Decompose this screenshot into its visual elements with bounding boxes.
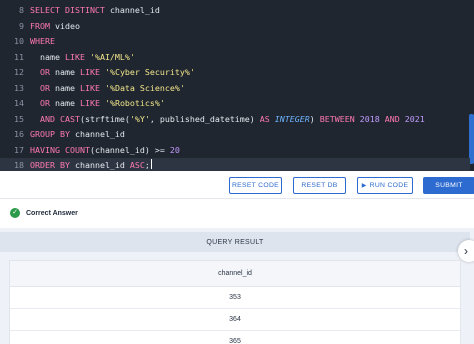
code-line[interactable]: 11 name LIKE '%AI/ML%': [0, 50, 470, 66]
code-line[interactable]: 13 OR name LIKE '%Data Science%': [0, 81, 470, 97]
code-token: LIKE: [79, 67, 105, 77]
table-row: 365: [10, 331, 460, 344]
code-token: video: [54, 20, 80, 31]
code-line[interactable]: 16 GROUP BY channel_id: [0, 127, 470, 143]
code-editor[interactable]: 8 SELECT DISTINCT channel_id 9 FROM video 10…: [0, 0, 474, 171]
line-number: 10: [14, 36, 24, 46]
code-line[interactable]: 14 OR name LIKE '%Robotics%': [0, 96, 470, 112]
line-number: 8: [19, 5, 24, 15]
table-row: 353: [10, 287, 460, 309]
submit-button[interactable]: SUBMIT: [423, 177, 474, 194]
code-token: LIKE: [79, 82, 105, 93]
code-token: '%Cyber Security%': [104, 67, 195, 77]
line-number: 13: [14, 82, 24, 93]
code-line[interactable]: 8 SELECT DISTINCT channel_id: [0, 3, 470, 19]
answer-status: ✓ Correct Answer: [0, 200, 474, 226]
code-token: ASC: [129, 160, 145, 170]
line-number: 18: [14, 160, 24, 170]
code-token: name: [54, 82, 80, 93]
code-line[interactable]: 9 FROM video: [0, 19, 470, 35]
code-token: AS: [259, 113, 275, 124]
code-token: name: [30, 51, 65, 62]
code-token: BETWEEN: [319, 113, 360, 124]
code-line[interactable]: 18 ORDER BY channel_id ASC;: [0, 158, 470, 171]
line-number: 16: [14, 129, 24, 139]
code-token: ;: [144, 160, 150, 170]
line-number: 9: [19, 20, 24, 31]
reset-code-button[interactable]: RESET CODE: [229, 177, 282, 194]
line-number: 11: [14, 51, 24, 62]
code-token: (channel_id) >=: [89, 144, 170, 155]
line-number: 14: [14, 98, 24, 108]
editor-toolbar: RESET CODE RESET DB ▶ RUN CODE SUBMIT: [0, 171, 474, 199]
table-row: 364: [10, 309, 460, 331]
code-token: , published_datetime): [149, 113, 260, 124]
code-token: AND CAST: [30, 113, 80, 124]
code-token: '%Robotics%': [104, 98, 165, 108]
code-token: HAVING COUNT: [30, 144, 90, 155]
code-line[interactable]: 15 AND CAST(strftime('%Y', published_dat…: [0, 112, 470, 128]
query-result-panel: QUERY RESULT › channel_id 353 364 365: [0, 228, 474, 344]
code-token: SELECT DISTINCT: [30, 5, 110, 15]
code-token: WHERE: [30, 36, 55, 46]
line-number: 12: [14, 67, 24, 77]
code-token: channel_id: [74, 129, 125, 139]
run-code-label: RUN CODE: [369, 182, 409, 189]
column-header-channel-id: channel_id: [10, 261, 460, 287]
line-number: 17: [14, 144, 24, 155]
code-token: FROM: [30, 20, 55, 31]
status-text: Correct Answer: [26, 209, 78, 217]
code-token: OR: [30, 82, 55, 93]
code-token: '%Data Science%': [104, 82, 185, 93]
code-line[interactable]: 17 HAVING COUNT(channel_id) >= 20: [0, 143, 470, 159]
code-token: LIKE: [79, 98, 105, 108]
code-token: ): [309, 113, 320, 124]
code-token: name: [54, 98, 80, 108]
code-token: channel_id: [74, 160, 130, 170]
chevron-right-icon[interactable]: ›: [458, 240, 474, 262]
play-icon: ▶: [361, 183, 367, 189]
code-token: channel_id: [109, 5, 160, 15]
code-token: '%AI/ML%': [89, 51, 135, 62]
code-line[interactable]: 10 WHERE: [0, 34, 470, 50]
check-circle-icon: ✓: [10, 208, 20, 218]
code-token: AND: [379, 113, 405, 124]
code-token: 20: [169, 144, 180, 155]
code-token: 2018: [359, 113, 380, 124]
code-token: OR: [30, 67, 55, 77]
text-cursor: [150, 159, 152, 169]
code-token: LIKE: [64, 51, 90, 62]
run-code-button[interactable]: ▶ RUN CODE: [357, 177, 413, 194]
code-token: INTEGER: [274, 113, 310, 124]
code-token: OR: [30, 98, 55, 108]
code-line[interactable]: 12 OR name LIKE '%Cyber Security%': [0, 65, 470, 81]
code-token: ORDER BY: [30, 160, 75, 170]
query-result-header: QUERY RESULT: [0, 232, 470, 252]
line-number: 15: [14, 113, 24, 124]
code-token: name: [54, 67, 80, 77]
code-token: GROUP BY: [30, 129, 75, 139]
result-table: channel_id 353 364 365: [9, 260, 461, 344]
code-token: '%Y': [129, 113, 150, 124]
code-token: (strftime(: [79, 113, 130, 124]
code-token: 2021: [404, 113, 425, 124]
reset-db-button[interactable]: RESET DB: [293, 177, 346, 194]
